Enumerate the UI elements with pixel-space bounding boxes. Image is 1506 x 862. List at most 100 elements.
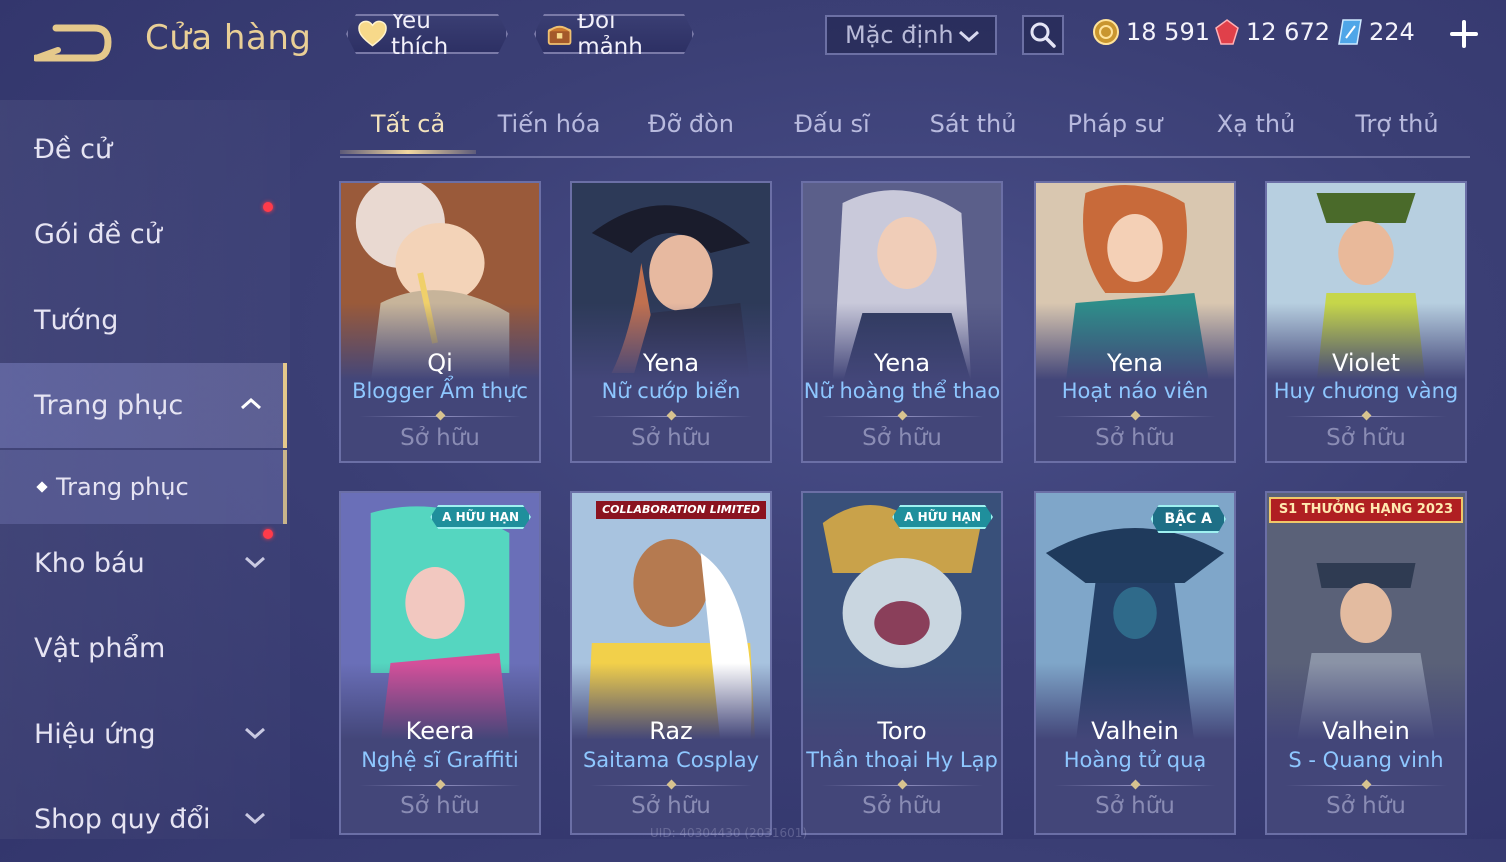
sidebar-item-label: Shop quy đổi <box>34 804 211 835</box>
user-id-watermark: UID: 40304430 (2031601) <box>650 826 808 840</box>
search-button[interactable] <box>1022 15 1064 55</box>
sidebar-item-label: Trang phục <box>56 473 189 501</box>
owned-status: Sở hữu <box>400 793 480 819</box>
sidebar-item-exchange-shop[interactable]: Shop quy đổi <box>0 777 287 862</box>
hero-name: Valhein <box>1091 717 1179 745</box>
skin-card[interactable]: Yena Hoạt náo viên Sở hữu <box>1034 181 1236 463</box>
sidebar-item-featured[interactable]: Đề cử <box>0 107 287 192</box>
tab-all[interactable]: Tất cả <box>371 110 445 138</box>
tier-badge: BẬC A <box>1151 505 1227 533</box>
sidebar-item-heroes[interactable]: Tướng <box>0 278 287 363</box>
active-tab-indicator <box>340 150 476 154</box>
sidebar-subitem-skins[interactable]: Trang phục <box>0 450 287 524</box>
exchange-label: Đổi mảnh <box>577 8 643 60</box>
voucher-amount: 12 672 <box>1246 18 1330 46</box>
chevron-down-icon <box>245 556 265 569</box>
gold-coin-icon <box>1093 19 1119 45</box>
favorites-label: Yêu thích <box>391 8 449 60</box>
sidebar-item-items[interactable]: Vật phẩm <box>0 606 287 691</box>
gold-balance: 18 591 <box>1092 16 1210 48</box>
notification-dot <box>263 529 273 539</box>
chevron-up-icon <box>241 397 261 410</box>
skin-name: Huy chương vàng <box>1273 379 1459 403</box>
hero-name: Valhein <box>1322 717 1410 745</box>
sort-dropdown[interactable]: Mặc định <box>825 15 997 55</box>
heart-icon <box>358 20 387 48</box>
chevron-down-icon <box>245 812 265 825</box>
hero-name: Toro <box>877 717 927 745</box>
hero-name: Yena <box>1106 349 1164 377</box>
owned-status: Sở hữu <box>1095 793 1175 819</box>
chevron-down-icon <box>959 30 979 43</box>
tab-tank[interactable]: Đỡ đòn <box>648 110 734 138</box>
owned-status: Sở hữu <box>1326 425 1406 451</box>
skin-name: Hoàng tử quạ <box>1063 748 1207 772</box>
exchange-shards-button[interactable]: Đổi mảnh <box>534 14 694 54</box>
skin-name: Nữ hoàng thể thao <box>803 379 1001 403</box>
sidebar-item-effects[interactable]: Hiệu ứng <box>0 692 287 777</box>
sidebar-item-treasure[interactable]: Kho báu <box>0 521 287 606</box>
tab-warrior[interactable]: Đấu sĩ <box>794 110 869 138</box>
skin-card[interactable]: Yena Nữ cướp biển Sở hữu <box>570 181 772 463</box>
skin-name: Thần thoại Hy Lạp <box>806 748 998 772</box>
skin-name: Nữ cướp biển <box>601 379 741 403</box>
skin-card[interactable]: S1 THƯỞNG HẠNG 2023 Valhein S - Quang vi… <box>1265 491 1467 835</box>
notification-dot <box>263 202 273 212</box>
skin-card[interactable]: A HỮU HẠN Keera Nghệ sĩ Graffiti Sở hữu <box>339 491 541 835</box>
voucher-balance: 12 672 <box>1214 16 1330 48</box>
owned-status: Sở hữu <box>400 425 480 451</box>
sort-value: Mặc định <box>845 21 954 49</box>
sidebar-item-label: Vật phẩm <box>34 633 166 664</box>
sidebar-item-label: Gói đề cử <box>34 219 162 250</box>
diamond-balance: 224 <box>1337 16 1415 48</box>
category-tabs: Tất cả Tiến hóa Đỡ đòn Đấu sĩ Sát thủ Ph… <box>340 100 1470 158</box>
skin-name: S - Quang vinh <box>1288 748 1444 772</box>
gold-amount: 18 591 <box>1126 18 1210 46</box>
hero-name: Raz <box>649 717 693 745</box>
owned-status: Sở hữu <box>631 793 711 819</box>
favorites-button[interactable]: Yêu thích <box>346 14 508 54</box>
sidebar-item-label: Kho báu <box>34 548 145 579</box>
chevron-down-icon <box>245 727 265 740</box>
skin-name: Nghệ sĩ Graffiti <box>361 748 519 772</box>
owned-status: Sở hữu <box>1095 425 1175 451</box>
owned-status: Sở hữu <box>1326 793 1406 819</box>
skin-name: Blogger Ẩm thực <box>352 379 528 403</box>
season-reward-badge: S1 THƯỞNG HẠNG 2023 <box>1268 497 1463 523</box>
sidebar-item-bundles[interactable]: Gói đề cử <box>0 192 287 277</box>
sidebar: Đề cử Gói đề cử Tướng Trang phục Trang p… <box>0 100 290 839</box>
tab-marksman[interactable]: Xạ thủ <box>1217 110 1296 138</box>
skin-card[interactable]: A HỮU HẠN Toro Thần thoại Hy Lạp Sở hữu <box>801 491 1003 835</box>
page-title: Cửa hàng <box>145 18 312 58</box>
skin-card[interactable]: Yena Nữ hoàng thể thao Sở hữu <box>801 181 1003 463</box>
sidebar-item-skins[interactable]: Trang phục <box>0 363 287 448</box>
sidebar-item-label: Hiệu ứng <box>34 719 156 750</box>
sidebar-item-label: Đề cử <box>34 134 113 165</box>
sidebar-item-label: Tướng <box>34 305 119 336</box>
hero-name: Yena <box>642 349 700 377</box>
tab-mage[interactable]: Pháp sư <box>1068 110 1163 138</box>
tab-support[interactable]: Trợ thủ <box>1355 110 1438 138</box>
hero-name: Violet <box>1331 349 1401 377</box>
tab-evolution[interactable]: Tiến hóa <box>498 110 601 138</box>
treasure-chest-icon <box>546 19 573 49</box>
skin-name: Saitama Cosplay <box>582 748 760 772</box>
add-currency-button[interactable] <box>1448 18 1480 50</box>
owned-status: Sở hữu <box>631 425 711 451</box>
limited-badge: A HỮU HẠN <box>892 505 993 529</box>
skin-card[interactable]: BẬC A Valhein Hoàng tử quạ Sở hữu <box>1034 491 1236 835</box>
skin-card[interactable]: Qi Blogger Ẩm thực Sở hữu <box>339 181 541 463</box>
hero-name: Qi <box>427 349 453 377</box>
skin-name: Hoạt náo viên <box>1061 379 1209 403</box>
diamond-amount: 224 <box>1369 18 1415 46</box>
owned-status: Sở hữu <box>862 425 942 451</box>
back-arrow-icon[interactable] <box>34 22 114 62</box>
collaboration-badge: COLLABORATION LIMITED <box>596 501 766 519</box>
search-icon <box>1030 22 1056 48</box>
skin-card[interactable]: Violet Huy chương vàng Sở hữu <box>1265 181 1467 463</box>
owned-status: Sở hữu <box>862 793 942 819</box>
skin-card[interactable]: COLLABORATION LIMITED Raz Saitama Cospla… <box>570 491 772 835</box>
red-gem-icon <box>1215 19 1239 45</box>
hero-name: Yena <box>873 349 931 377</box>
tab-assassin[interactable]: Sát thủ <box>930 110 1017 138</box>
